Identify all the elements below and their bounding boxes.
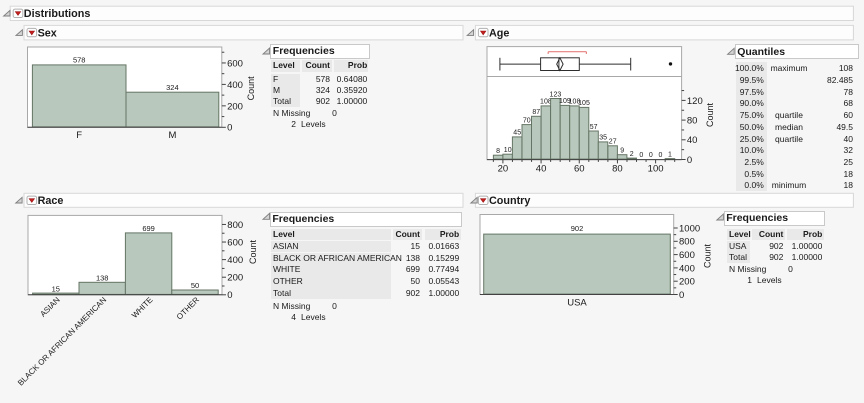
svg-text:15: 15 [52,284,60,293]
svg-text:578: 578 [73,56,86,65]
svg-text:80: 80 [612,163,623,174]
svg-text:902: 902 [571,224,584,233]
svg-text:600: 600 [227,237,243,248]
svg-text:10: 10 [504,147,512,154]
svg-text:WHITE: WHITE [130,295,155,320]
svg-text:60: 60 [574,163,585,174]
svg-text:400: 400 [679,263,695,274]
svg-text:Country: Country [489,195,530,207]
svg-text:324: 324 [166,83,179,92]
svg-text:Race: Race [38,195,64,207]
svg-text:0: 0 [649,152,653,159]
svg-text:120: 120 [687,96,703,107]
svg-text:0: 0 [227,290,232,301]
svg-text:0: 0 [639,152,643,159]
svg-text:27: 27 [609,139,617,146]
svg-text:0: 0 [227,123,232,134]
svg-text:1: 1 [668,151,672,158]
svg-text:Sex: Sex [38,28,57,40]
svg-text:40: 40 [687,135,698,146]
svg-text:Age: Age [489,28,509,40]
svg-text:800: 800 [679,237,695,248]
svg-text:105: 105 [578,100,590,107]
svg-text:USA: USA [567,298,587,309]
svg-text:699: 699 [142,224,155,233]
svg-text:87: 87 [532,109,540,116]
svg-text:45: 45 [513,130,521,137]
svg-text:8: 8 [496,148,500,155]
svg-text:20: 20 [498,163,509,174]
svg-text:70: 70 [523,117,531,124]
svg-text:ASIAN: ASIAN [38,295,61,318]
svg-text:0: 0 [658,152,662,159]
svg-text:57: 57 [590,124,598,131]
svg-text:F: F [76,130,82,141]
svg-text:Count: Count [248,240,258,265]
svg-text:50: 50 [191,281,199,290]
svg-text:200: 200 [227,101,243,112]
svg-text:35: 35 [599,135,607,142]
svg-text:0: 0 [687,155,692,166]
svg-text:Count: Count [702,244,712,269]
svg-text:80: 80 [687,116,698,127]
svg-text:100: 100 [648,163,664,174]
svg-text:200: 200 [227,273,243,284]
svg-text:1000: 1000 [679,223,700,234]
svg-text:2: 2 [630,151,634,158]
svg-text:M: M [168,130,176,141]
svg-text:OTHER: OTHER [175,295,201,321]
svg-text:108: 108 [540,99,552,106]
svg-text:600: 600 [679,250,695,261]
svg-text:400: 400 [227,80,243,91]
svg-text:Distributions: Distributions [24,8,91,20]
svg-text:0: 0 [679,290,684,301]
svg-text:600: 600 [227,58,243,69]
svg-text:800: 800 [227,220,243,231]
svg-text:138: 138 [96,274,109,283]
svg-text:BLACK OR AFRICAN AMERICAN: BLACK OR AFRICAN AMERICAN [16,295,108,387]
svg-text:9: 9 [620,148,624,155]
svg-text:40: 40 [536,163,547,174]
svg-text:Count: Count [246,76,256,101]
svg-text:400: 400 [227,255,243,266]
